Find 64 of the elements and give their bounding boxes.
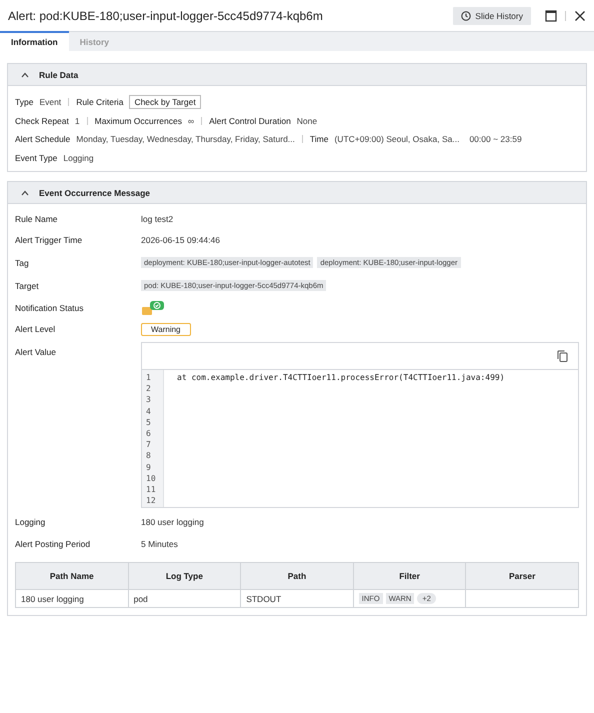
table-cell: 180 user logging — [16, 590, 128, 608]
field-value: Logging — [63, 152, 94, 163]
column-header: Filter — [353, 562, 466, 590]
field-label: Maximum Occurrences — [94, 116, 182, 126]
line-number: 6 — [145, 428, 152, 440]
line-number: 3 — [145, 394, 152, 406]
field-label: Alert Value — [15, 346, 57, 357]
line-number: 2 — [145, 383, 152, 394]
field-label: Notification Status — [15, 302, 85, 313]
field-label: Time — [310, 134, 328, 144]
slide-history-button[interactable]: Slide History — [453, 6, 531, 24]
panel-title: Event Occurrence Message — [39, 188, 150, 198]
panel-header[interactable]: Rule Data — [8, 64, 586, 86]
copy-icon[interactable] — [557, 350, 568, 362]
column-header: Log Type — [128, 562, 241, 590]
field-label: Logging — [15, 517, 46, 527]
window-title: Alert: pod:KUBE-180;user-input-logger-5cc45d9774-kqb6m — [8, 8, 324, 22]
field-value: 2026-06-15 09:44:46 — [141, 235, 220, 246]
tab[interactable]: Information — [0, 31, 69, 51]
panel-header[interactable]: Event Occurrence Message — [8, 182, 586, 204]
column-header: Path Name — [16, 562, 128, 590]
column-header: Path — [240, 562, 354, 590]
time-range: 00:00 ~ 23:59 — [469, 134, 522, 144]
field-value: Monday, Tuesday, Wednesday, Thursday, Friday, Saturd... — [76, 134, 295, 144]
column-header: Parser — [466, 562, 578, 590]
clock-icon — [461, 10, 472, 20]
field-value: 180 user logging — [141, 517, 204, 527]
field-label: Rule Criteria — [76, 97, 124, 108]
field-value: (UTC+09:00) Seoul, Osaka, Sa... — [334, 134, 460, 144]
line-number: 5 — [145, 416, 152, 428]
field-label: Tag — [15, 258, 30, 268]
table-cell: pod — [128, 590, 241, 608]
line-number: 11 — [145, 484, 157, 496]
panel-title: Rule Data — [39, 70, 78, 80]
line-number: 4 — [145, 406, 152, 417]
table-cell: STDOUT — [240, 590, 354, 608]
field-value: 1 — [74, 116, 80, 126]
alert-level-badge: Warning — [141, 322, 190, 336]
field-label: Check Repeat — [15, 116, 69, 126]
field-value: log test2 — [141, 214, 174, 224]
line-number: 9 — [145, 462, 152, 473]
field-label: Rule Name — [15, 214, 59, 224]
code-line: at com.example.driver.T4CTTIoer11.processError(T4CTTIoer11.java:499) — [177, 373, 505, 382]
line-number: 10 — [145, 472, 157, 484]
line-number: 12 — [145, 495, 157, 506]
field-value: Event — [39, 97, 62, 108]
line-number: 1 — [145, 372, 152, 384]
line-number: 7 — [145, 439, 152, 450]
field-label: Alert Schedule — [15, 134, 70, 144]
close-icon[interactable] — [574, 10, 586, 22]
field-value: None — [296, 116, 318, 126]
field-label: Alert Level — [15, 324, 56, 334]
field-value: ∞ — [188, 116, 194, 126]
field-label: Type — [15, 97, 34, 108]
field-label: Alert Trigger Time — [15, 235, 84, 246]
field-value: Check by Target — [129, 95, 201, 110]
field-value: 5 Minutes — [141, 538, 178, 548]
maximize-icon[interactable] — [545, 10, 557, 22]
line-number: 8 — [145, 450, 152, 462]
field-label: Target — [15, 280, 40, 290]
field-label: Event Type — [15, 152, 58, 163]
notification-status-icon — [141, 300, 167, 316]
field-label: Alert Posting Period — [15, 538, 92, 548]
field-label: Alert Control Duration — [209, 116, 291, 126]
